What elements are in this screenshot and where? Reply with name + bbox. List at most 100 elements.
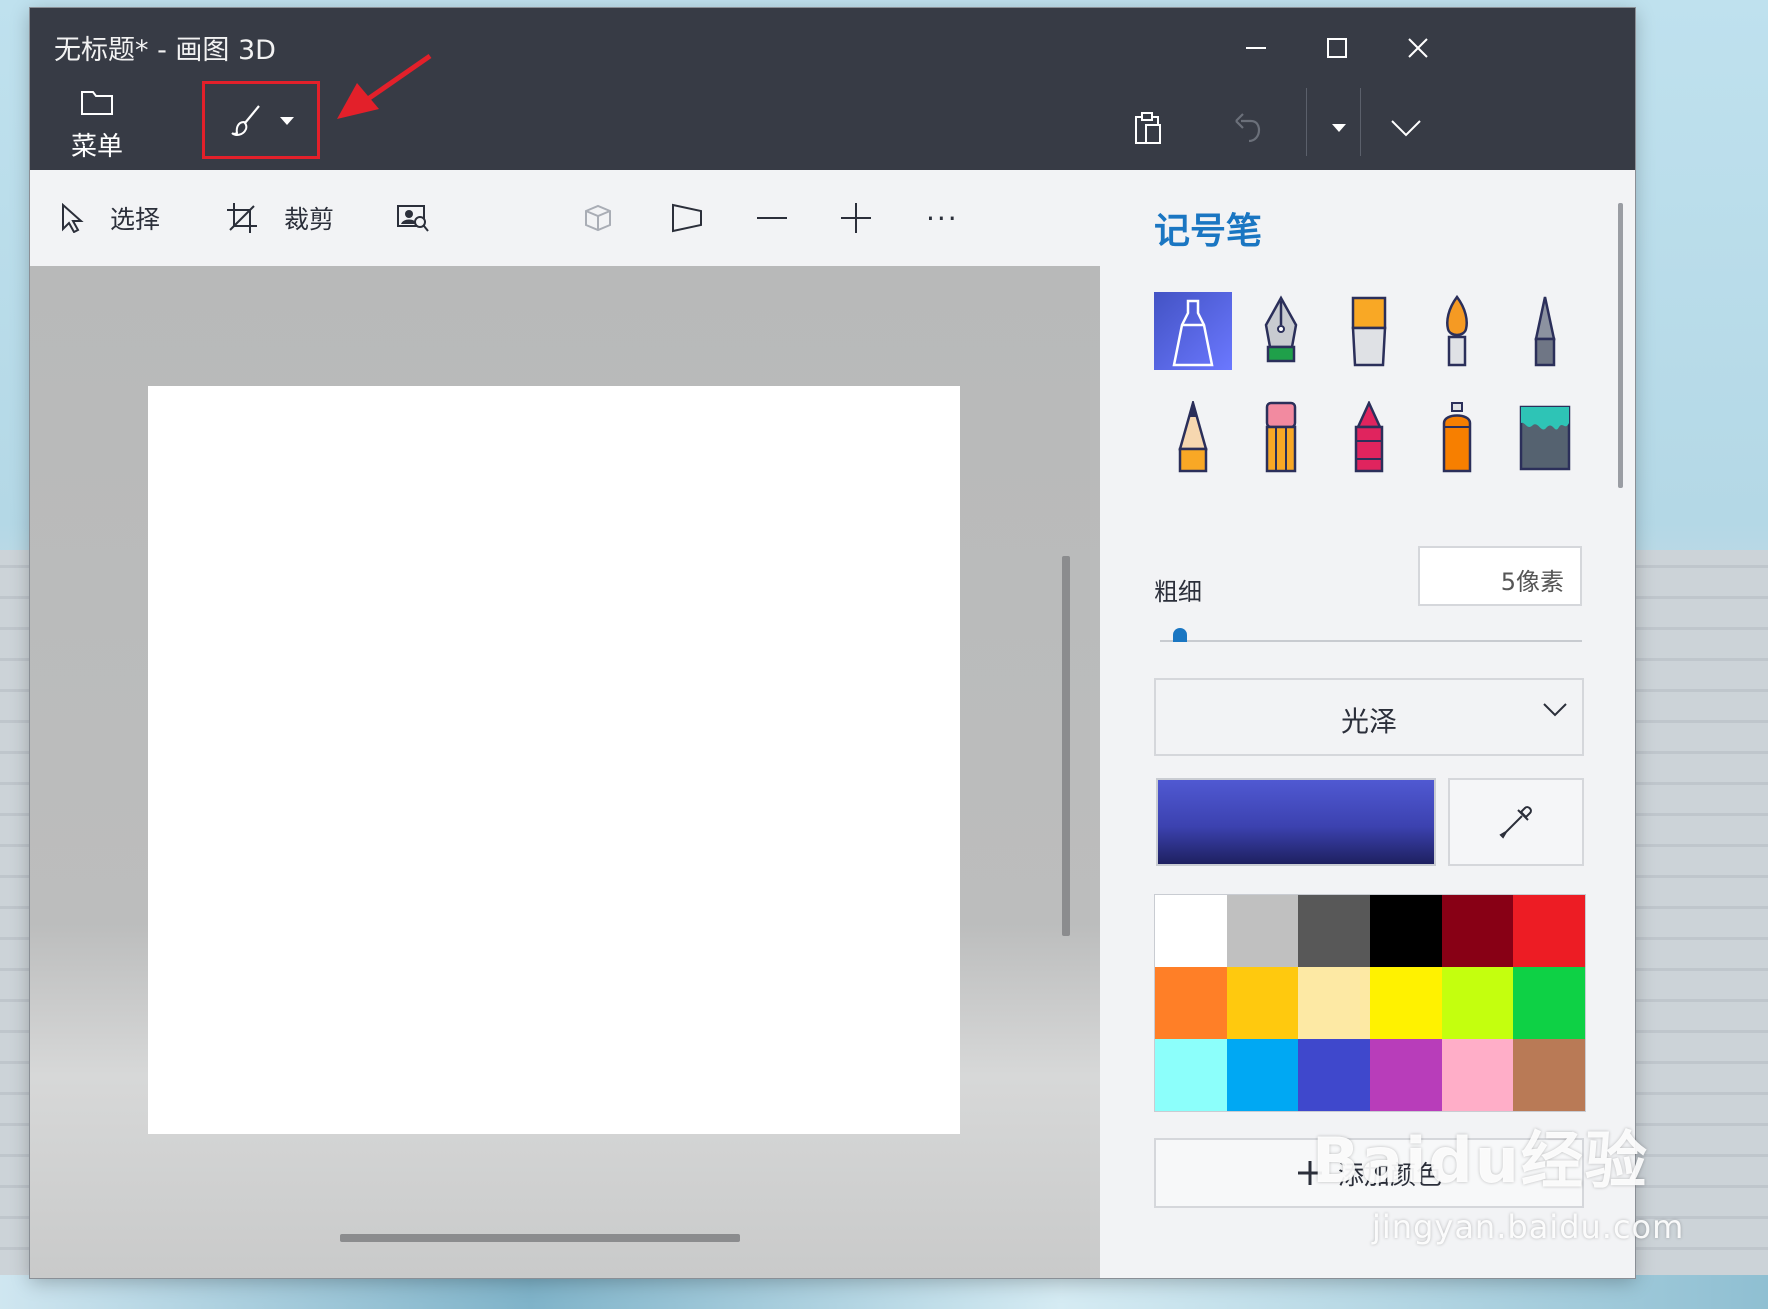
color-swatch[interactable]	[1369, 967, 1442, 1039]
thickness-slider-thumb[interactable]	[1172, 628, 1187, 642]
pencil-tool[interactable]	[1154, 398, 1232, 476]
maximize-button[interactable]	[1307, 22, 1367, 74]
magic-select-icon	[397, 205, 429, 232]
thickness-label: 粗细	[1154, 578, 1202, 606]
current-color-swatch[interactable]	[1156, 778, 1436, 866]
color-swatch[interactable]	[1155, 1039, 1227, 1111]
separator	[1306, 88, 1307, 156]
fill-tool[interactable]	[1506, 398, 1584, 476]
spray-can-tool[interactable]	[1418, 398, 1496, 476]
3d-view-tool[interactable]	[582, 170, 614, 266]
horizontal-scrollbar[interactable]	[340, 1234, 740, 1242]
crayon-tool[interactable]	[1330, 398, 1408, 476]
watercolor-icon	[1446, 295, 1468, 367]
watercolor-tool[interactable]	[1418, 292, 1496, 370]
oil-brush-tool[interactable]	[1330, 292, 1408, 370]
fill-bucket-icon	[1519, 405, 1571, 471]
thickness-input[interactable]: 5像素	[1418, 546, 1582, 606]
close-button[interactable]	[1388, 22, 1448, 74]
close-icon	[1408, 38, 1428, 58]
select-label: 选择	[110, 205, 161, 234]
eraser-tool[interactable]	[1242, 398, 1320, 476]
color-swatch[interactable]	[1155, 967, 1227, 1039]
more-options-button[interactable]: ···	[926, 170, 959, 266]
color-swatch[interactable]	[1441, 895, 1514, 967]
zoom-out-button[interactable]	[756, 170, 788, 266]
perspective-icon	[672, 203, 702, 233]
color-swatch[interactable]	[1369, 1039, 1442, 1111]
paint3d-window: 无标题* - 画图 3D 菜单 选择 裁剪 ··· 记号笔 粗细 5像素 光泽 …	[30, 8, 1635, 1278]
background-floor	[0, 1275, 1768, 1309]
paste-button[interactable]	[1118, 100, 1178, 156]
eyedropper-button[interactable]	[1448, 778, 1584, 866]
crayon-icon	[1354, 401, 1384, 473]
color-palette	[1154, 894, 1586, 1112]
brush-tools-grid	[1154, 292, 1584, 476]
expand-toolbar-button[interactable]	[1376, 100, 1436, 156]
highlight-box	[202, 81, 320, 159]
separator	[1360, 88, 1361, 156]
color-swatch[interactable]	[1441, 967, 1514, 1039]
eyedropper-icon	[1499, 806, 1532, 839]
crop-tool[interactable]: 裁剪	[226, 170, 334, 266]
red-arrow-annotation	[337, 53, 432, 119]
plus-icon	[841, 203, 871, 233]
3d-view-icon	[585, 204, 611, 232]
color-swatch[interactable]	[1513, 967, 1585, 1039]
more-label: ···	[926, 201, 959, 235]
cursor-icon	[62, 203, 84, 233]
thickness-slider[interactable]	[1160, 640, 1582, 642]
crop-label: 裁剪	[284, 205, 335, 234]
chevron-down-icon	[1543, 703, 1567, 717]
chevron-down-icon	[1391, 120, 1421, 137]
panel-title: 记号笔	[1154, 211, 1263, 252]
color-swatch[interactable]	[1226, 1039, 1299, 1111]
drawing-canvas[interactable]	[148, 386, 960, 1134]
color-swatch[interactable]	[1298, 967, 1370, 1039]
pixel-pen-icon	[1534, 296, 1556, 367]
paste-icon	[1135, 112, 1161, 144]
pixel-pen-tool[interactable]	[1506, 292, 1584, 370]
zoom-in-button[interactable]	[840, 170, 872, 266]
magic-select-tool[interactable]	[396, 170, 430, 266]
color-swatch[interactable]	[1155, 895, 1227, 967]
crop-icon	[227, 203, 257, 233]
finish-label: 光泽	[1340, 705, 1397, 738]
color-swatch[interactable]	[1298, 895, 1370, 967]
color-swatch[interactable]	[1513, 1039, 1585, 1111]
color-swatch[interactable]	[1226, 967, 1299, 1039]
title-bar: 无标题* - 画图 3D 菜单	[30, 8, 1635, 170]
watermark-url: jingyan.baidu.com	[1372, 1208, 1685, 1246]
toolbar: 选择 裁剪 ···	[30, 170, 1100, 266]
watermark-main: Baidu经验	[1312, 1124, 1649, 1197]
color-swatch[interactable]	[1513, 895, 1585, 967]
marker-tool[interactable]	[1154, 292, 1232, 370]
color-swatch[interactable]	[1441, 1039, 1514, 1111]
oil-brush-icon	[1351, 296, 1387, 367]
minus-icon	[757, 217, 787, 219]
minimize-button[interactable]	[1226, 22, 1286, 74]
select-tool[interactable]: 选择	[60, 170, 160, 266]
chevron-down-icon	[1332, 124, 1346, 132]
color-swatch[interactable]	[1369, 895, 1442, 967]
finish-dropdown[interactable]: 光泽	[1154, 678, 1584, 756]
undo-icon	[1235, 113, 1261, 143]
panel-scrollbar[interactable]	[1618, 203, 1623, 488]
pencil-icon	[1178, 401, 1208, 473]
undo-button[interactable]	[1218, 100, 1278, 156]
calligraphy-pen-tool[interactable]	[1242, 292, 1320, 370]
color-swatch[interactable]	[1226, 895, 1299, 967]
color-swatch[interactable]	[1298, 1039, 1370, 1111]
menu-label: 菜单	[70, 132, 123, 162]
marker-icon	[1172, 299, 1214, 367]
perspective-tool[interactable]	[670, 170, 704, 266]
calligraphy-pen-icon	[1264, 295, 1298, 363]
vertical-scrollbar[interactable]	[1062, 556, 1070, 936]
workspace	[30, 266, 1100, 1278]
folder-icon	[81, 91, 113, 115]
history-button[interactable]	[1314, 100, 1364, 156]
minimize-icon	[1246, 47, 1266, 49]
menu-button[interactable]: 菜单	[62, 88, 132, 168]
eraser-icon	[1265, 401, 1297, 473]
spray-can-icon	[1442, 402, 1472, 473]
